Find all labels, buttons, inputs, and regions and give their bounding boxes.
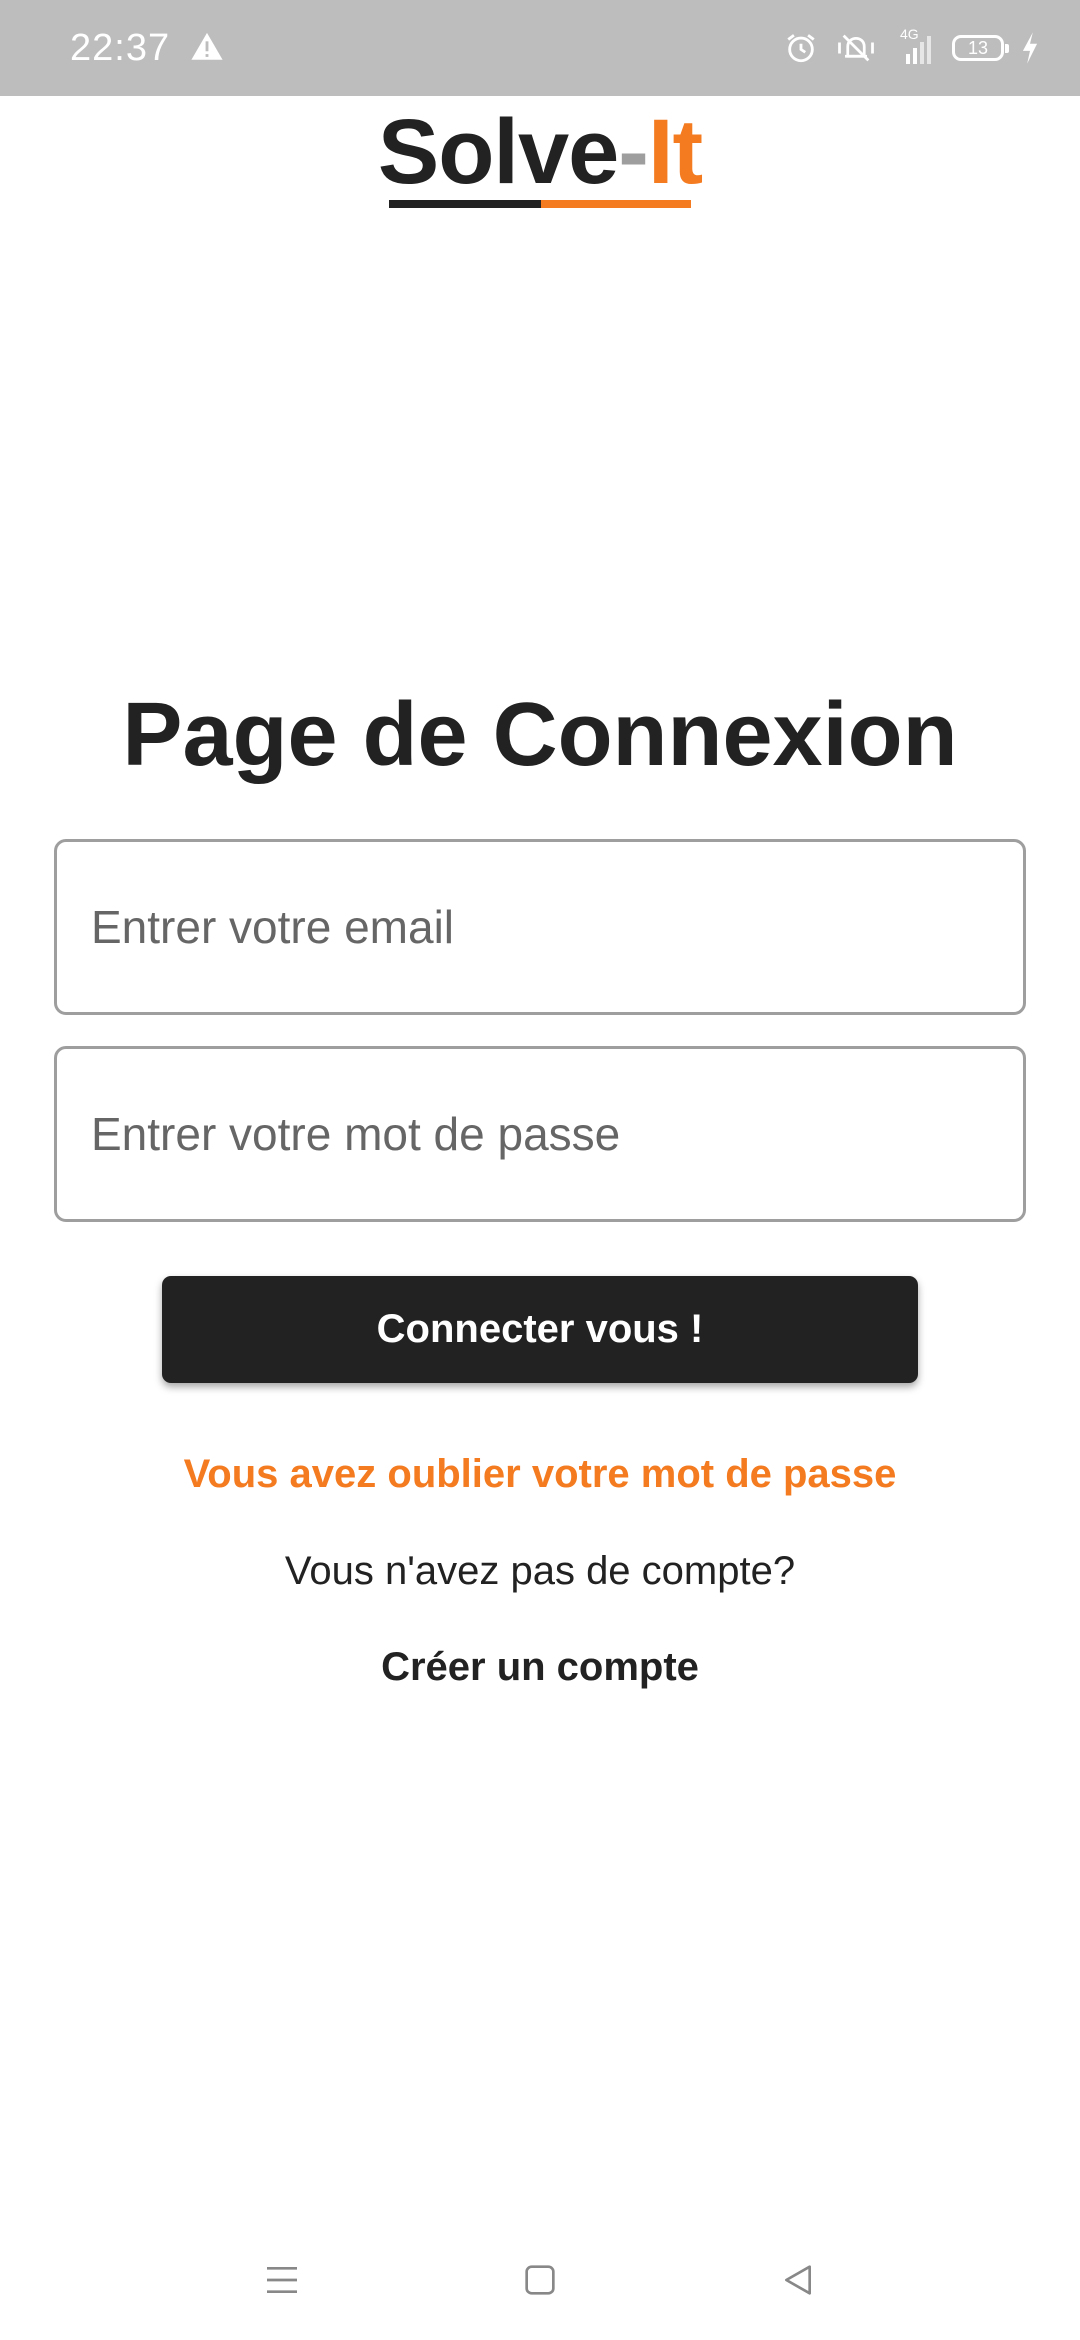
email-field[interactable] [54, 839, 1026, 1015]
alarm-icon [787, 34, 815, 63]
menu-icon [267, 2267, 297, 2293]
logo-accent: It [647, 101, 703, 203]
status-icons: 4G 13 [784, 26, 1040, 70]
signal-icon: 4G [894, 26, 936, 68]
status-time: 22:37 [70, 27, 171, 69]
charging-icon [1022, 32, 1038, 64]
page-title: Page de Connexion [122, 685, 958, 785]
forgot-password-link[interactable]: Vous avez oublier votre mot de passe [0, 1444, 1080, 1504]
navigation-bar [0, 2220, 1080, 2340]
create-account-link[interactable]: Créer un compte [0, 1637, 1080, 1697]
home-button[interactable] [510, 2250, 570, 2310]
back-button[interactable] [768, 2250, 828, 2310]
logo-underline [389, 200, 691, 208]
password-field[interactable] [54, 1046, 1026, 1222]
logo-text: Solve-It [377, 100, 703, 204]
back-icon [785, 2265, 811, 2295]
battery-level: 13 [967, 38, 989, 58]
home-icon [525, 2265, 555, 2295]
vibrate-off-icon [838, 34, 874, 62]
warning-icon [191, 32, 223, 60]
logo-dash: - [618, 101, 649, 203]
menu-button[interactable] [252, 2250, 312, 2310]
app-logo: Solve-It [0, 100, 1080, 204]
status-bar: 22:37 4G 13 [0, 0, 1080, 96]
battery-icon: 13 [952, 35, 1009, 61]
login-button[interactable]: Connecter vous ! [162, 1276, 918, 1383]
no-account-text: Vous n'avez pas de compte? [284, 1549, 796, 1593]
logo-main: Solve [377, 101, 619, 203]
